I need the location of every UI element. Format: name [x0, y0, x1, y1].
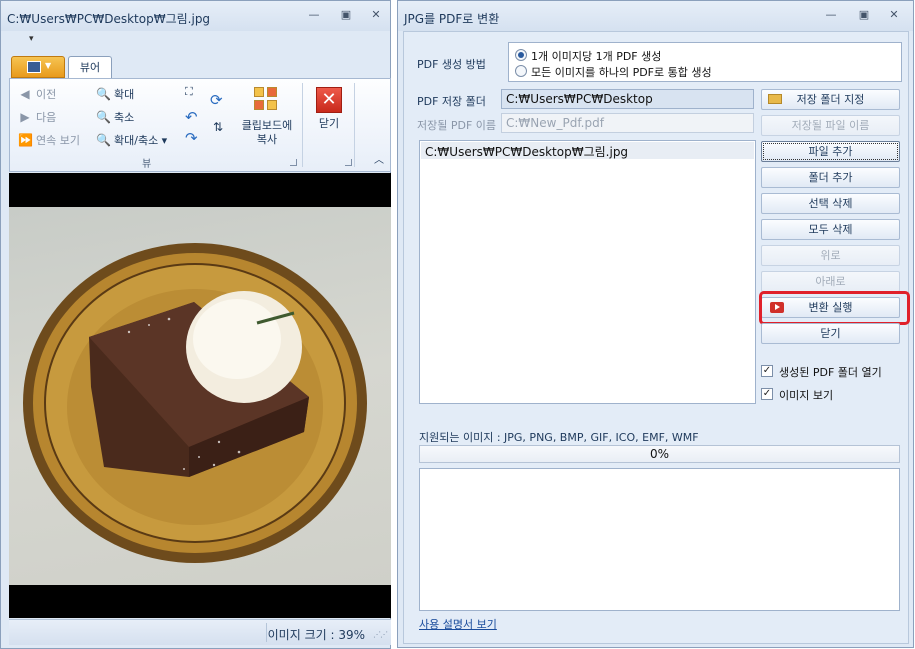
photo-image — [9, 207, 391, 585]
option-merge-label[interactable]: 모든 이미지를 하나의 PDF로 통합 생성 — [531, 64, 712, 80]
dialog-launcher-icon[interactable] — [345, 159, 352, 166]
log-box[interactable] — [419, 468, 900, 611]
option-one-pdf-per-image-radio[interactable] — [515, 49, 527, 61]
clipboard-icon — [252, 85, 282, 115]
image-size-status: 이미지 크기 : 39% — [267, 628, 365, 642]
open-folder-checkbox[interactable]: ✓ — [761, 365, 773, 377]
method-label: PDF 생성 방법 — [417, 58, 486, 71]
move-down-button[interactable]: 아래로 — [761, 271, 900, 292]
resize-grip-icon[interactable]: ⋰⋰ — [373, 630, 388, 639]
image-display[interactable] — [9, 173, 391, 618]
list-item[interactable]: C:₩Users₩PC₩Desktop₩그림.jpg — [421, 142, 754, 159]
zoom-in-icon: 🔍 — [96, 87, 111, 101]
zoom-in-button[interactable]: 🔍 확대 — [96, 86, 134, 102]
set-folder-button[interactable]: 저장 폴더 지정 — [761, 89, 900, 110]
status-bar: 이미지 크기 : 39% ⋰⋰ — [9, 619, 391, 645]
ribbon-divider — [302, 83, 303, 167]
close-viewer-button[interactable]: ✕ 닫기 — [310, 87, 348, 131]
cake-photo — [23, 243, 367, 563]
supported-formats-label: 지원되는 이미지 : JPG, PNG, BMP, GIF, ICO, EMF,… — [419, 431, 699, 444]
folder-field[interactable]: C:₩Users₩PC₩Desktop — [501, 89, 754, 109]
viewer-titlebar[interactable]: C:₩Users₩PC₩Desktop₩그림.jpg — ▣ ✕ — [1, 1, 390, 31]
option-one-label[interactable]: 1개 이미지당 1개 PDF 생성 — [531, 48, 661, 64]
view-image-label[interactable]: 이미지 보기 — [779, 387, 833, 403]
option-merge-radio[interactable] — [515, 65, 527, 77]
view-image-checkbox[interactable]: ✓ — [761, 388, 773, 400]
arrow-right-icon: ▶ — [20, 110, 30, 124]
delete-all-button[interactable]: 모두 삭제 — [761, 219, 900, 240]
ribbon-panel: ◀ 이전 ▶ 다음 ⏩ 연속 보기 🔍 확대 🔍 축소 🔍 확대/축소 ▾ ⛶ ⟳ ↶ ⇅ … — [9, 78, 391, 172]
image-viewer-window: C:₩Users₩PC₩Desktop₩그림.jpg — ▣ ✕ ▾ ▼ 뷰어 … — [0, 0, 391, 649]
viewer-title: C:₩Users₩PC₩Desktop₩그림.jpg — [7, 12, 211, 26]
convert-highlight-box — [759, 291, 910, 325]
add-folder-button[interactable]: 폴더 추가 — [761, 167, 900, 188]
tab-viewer[interactable]: 뷰어 — [68, 56, 112, 79]
zoom-menu-button[interactable]: 🔍 확대/축소 ▾ — [96, 132, 167, 148]
set-filename-button[interactable]: 저장될 파일 이름 — [761, 115, 900, 136]
add-file-button[interactable]: 파일 추가 — [761, 141, 900, 162]
collapse-ribbon-icon[interactable]: ︿ — [374, 151, 384, 166]
converter-panel: PDF 생성 방법 1개 이미지당 1개 PDF 생성 모든 이미지를 하나의 … — [403, 31, 910, 644]
close-icon[interactable]: ✕ — [887, 9, 901, 21]
rotate-right-icon[interactable]: ↷ — [185, 129, 198, 147]
zoom-out-icon: 🔍 — [96, 110, 111, 124]
zoom-icon: 🔍 — [96, 133, 111, 147]
help-link[interactable]: 사용 설명서 보기 — [419, 616, 497, 632]
next-button[interactable]: ▶ 다음 — [18, 109, 56, 125]
zoom-out-button[interactable]: 🔍 축소 — [96, 109, 134, 125]
ribbon-divider — [354, 83, 355, 167]
converter-titlebar[interactable]: JPG를 PDF로 변환 — ▣ ✕ — [398, 1, 913, 31]
filename-label: 저장될 PDF 이름 — [417, 119, 497, 132]
app-icon — [27, 61, 41, 73]
quick-access-dropdown-icon[interactable]: ▾ — [29, 34, 34, 44]
jpg-to-pdf-window: JPG를 PDF로 변환 — ▣ ✕ PDF 생성 방법 1개 이미지당 1개 … — [397, 0, 914, 648]
slideshow-button[interactable]: ⏩ 연속 보기 — [18, 132, 80, 148]
flip-vertical-icon[interactable]: ⇅ — [213, 120, 223, 134]
prev-button[interactable]: ◀ 이전 — [18, 86, 56, 102]
copy-clipboard-button[interactable]: 클립보드에 복사 — [236, 85, 298, 147]
minimize-icon[interactable]: — — [824, 9, 838, 21]
minimize-icon[interactable]: — — [307, 9, 321, 21]
delete-selected-button[interactable]: 선택 삭제 — [761, 193, 900, 214]
arrow-left-icon: ◀ — [20, 87, 30, 101]
fast-forward-icon: ⏩ — [18, 133, 33, 147]
move-up-button[interactable]: 위로 — [761, 245, 900, 266]
close-button[interactable]: 닫기 — [761, 323, 900, 344]
refresh-icon[interactable]: ⟳ — [210, 91, 223, 109]
open-folder-label[interactable]: 생성된 PDF 폴더 열기 — [779, 364, 882, 380]
progress-bar: 0% — [419, 445, 900, 463]
app-menu-button[interactable]: ▼ — [11, 56, 65, 78]
converter-title: JPG를 PDF로 변환 — [404, 12, 500, 26]
file-list[interactable]: C:₩Users₩PC₩Desktop₩그림.jpg — [419, 140, 756, 404]
filename-field[interactable]: C:₩New_Pdf.pdf — [501, 113, 754, 133]
group-label-view: 뷰 — [142, 159, 152, 170]
maximize-icon[interactable]: ▣ — [339, 9, 353, 21]
dialog-launcher-icon[interactable] — [290, 159, 297, 166]
rotate-left-icon[interactable]: ↶ — [185, 108, 198, 126]
folder-label: PDF 저장 폴더 — [417, 95, 486, 108]
chevron-down-icon: ▼ — [45, 61, 52, 70]
close-icon: ✕ — [316, 87, 342, 113]
fit-screen-icon[interactable]: ⛶ — [185, 85, 193, 99]
close-icon[interactable]: ✕ — [369, 9, 383, 21]
maximize-icon[interactable]: ▣ — [857, 9, 871, 21]
folder-icon — [768, 94, 782, 104]
method-options: 1개 이미지당 1개 PDF 생성 모든 이미지를 하나의 PDF로 통합 생성 — [508, 42, 902, 82]
